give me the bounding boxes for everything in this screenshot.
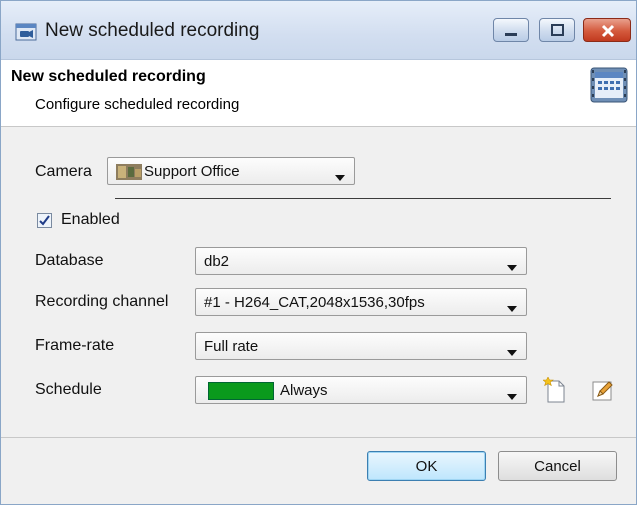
new-document-icon[interactable] — [542, 376, 567, 408]
maximize-button[interactable] — [539, 18, 575, 42]
title-bar[interactable]: New scheduled recording — [1, 1, 636, 60]
camera-schedule-icon — [15, 23, 37, 41]
chevron-down-icon — [507, 387, 517, 405]
schedule-color-swatch — [208, 382, 274, 400]
dialog-header: New scheduled recording Configure schedu… — [1, 60, 636, 127]
enabled-checkbox[interactable] — [37, 213, 52, 228]
camera-label: Camera — [35, 163, 92, 180]
enabled-label: Enabled — [61, 211, 120, 228]
recording-channel-select-value: #1 - H264_CAT,2048x1536,30fps — [204, 294, 425, 311]
minimize-button[interactable] — [493, 18, 529, 42]
window-title: New scheduled recording — [45, 20, 260, 41]
pencil-icon[interactable] — [591, 378, 615, 407]
header-title: New scheduled recording — [11, 68, 206, 85]
schedule-select[interactable]: Always — [195, 376, 527, 404]
database-select-value: db2 — [204, 253, 230, 270]
camera-select[interactable]: Support Office — [107, 157, 355, 185]
recording-channel-select[interactable]: #1 - H264_CAT,2048x1536,30fps — [195, 288, 527, 316]
cancel-button[interactable]: Cancel — [498, 451, 617, 481]
camera-thumbnail-icon — [116, 164, 142, 185]
chevron-down-icon — [507, 343, 517, 361]
footer-separator — [1, 437, 636, 438]
dialog-window: New scheduled recording New scheduled re… — [0, 0, 637, 505]
chevron-down-icon — [507, 258, 517, 276]
frame-rate-select-value: Full rate — [204, 338, 259, 355]
schedule-label: Schedule — [35, 381, 102, 398]
frame-rate-label: Frame-rate — [35, 337, 115, 354]
dialog-body: Camera Support Office Enabled Database d… — [1, 127, 636, 505]
database-label: Database — [35, 252, 104, 269]
separator-line — [115, 198, 611, 199]
chevron-down-icon — [507, 299, 517, 317]
header-subtitle: Configure scheduled recording — [35, 96, 240, 113]
ok-button[interactable]: OK — [367, 451, 486, 481]
frame-rate-select[interactable]: Full rate — [195, 332, 527, 360]
database-select[interactable]: db2 — [195, 247, 527, 275]
calendar-film-icon — [589, 66, 629, 109]
chevron-down-icon — [335, 168, 345, 186]
schedule-select-value: Always — [280, 382, 328, 399]
recording-channel-label: Recording channel — [35, 293, 169, 310]
close-button[interactable] — [583, 18, 631, 42]
camera-select-value: Support Office — [144, 163, 240, 180]
